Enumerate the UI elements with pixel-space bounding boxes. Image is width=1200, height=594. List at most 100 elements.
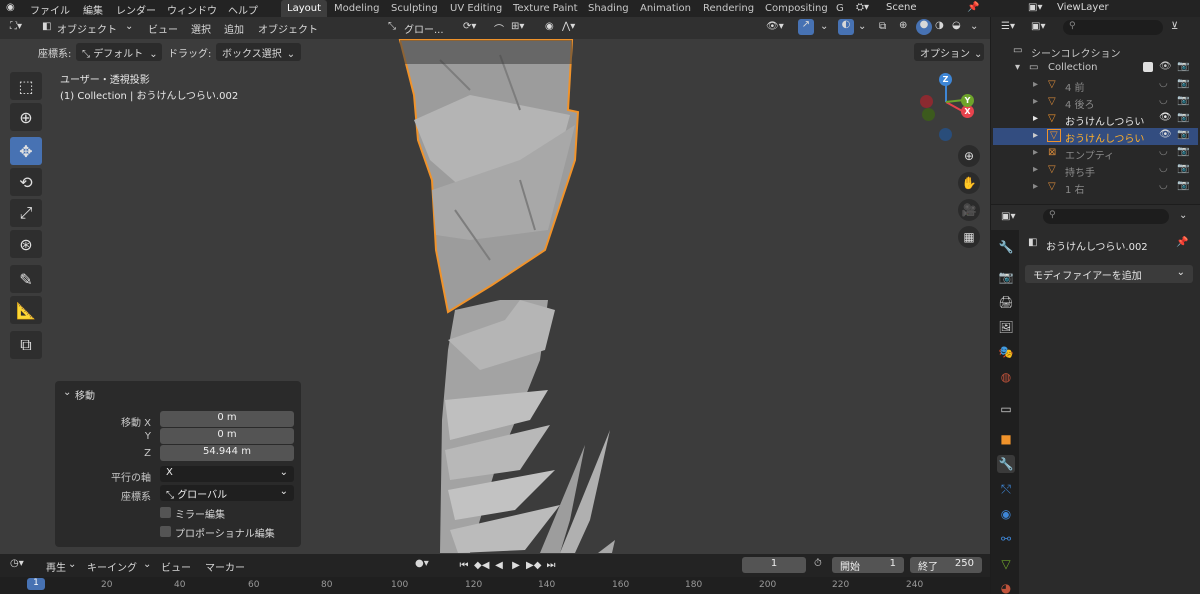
move-y-field[interactable]: 0 m	[160, 428, 294, 444]
object-tab-icon[interactable]: ■	[997, 430, 1015, 448]
menu-file[interactable]: ファイル	[30, 2, 70, 17]
expand-arrow-icon[interactable]: ▸	[1033, 130, 1038, 141]
expand-arrow-icon[interactable]: ▸	[1033, 181, 1038, 192]
tab-compositing[interactable]: Compositing	[765, 0, 828, 17]
add-modifier-button[interactable]: モディファイアーを追加 ⌄	[1025, 265, 1193, 283]
outliner-item-5[interactable]: ▸ ⊠ エンプティ ◡ 📷	[993, 145, 1198, 162]
transform-tool[interactable]: ⊛	[10, 230, 42, 258]
tab-layout[interactable]: Layout	[281, 0, 327, 17]
camera-render-icon[interactable]: 📷	[1177, 146, 1189, 157]
eye-icon[interactable]: 👁	[1159, 61, 1172, 72]
record-icon[interactable]: ●▾	[415, 558, 429, 569]
jump-end-icon[interactable]: ⏭	[544, 560, 558, 574]
scene-icon[interactable]: ⛭▾	[856, 2, 869, 13]
tab-geometry-nodes[interactable]: G	[836, 0, 844, 17]
scale-tool[interactable]: ⤢	[10, 199, 42, 227]
snap-icon[interactable]: ⌒	[494, 21, 504, 36]
snap-increment-icon[interactable]: ⊞▾	[511, 21, 524, 32]
gizmo-toggle-icon[interactable]: ↗	[798, 19, 814, 35]
gizmo-dropdown-icon[interactable]: ⌄	[820, 21, 828, 32]
jump-keyframe-back-icon[interactable]: ◆◀	[474, 560, 489, 574]
overlay-toggle-icon[interactable]: ◐	[838, 19, 854, 35]
camera-render-icon[interactable]: 📷	[1177, 129, 1189, 140]
camera-icon[interactable]: 🎥	[958, 199, 980, 221]
stopwatch-icon[interactable]: ⏱	[814, 558, 822, 569]
play-icon[interactable]: ▶	[509, 560, 523, 574]
include-checkbox[interactable]	[1143, 62, 1153, 72]
render-tab-icon[interactable]: 📷	[997, 268, 1015, 286]
menu-marker[interactable]: マーカー	[205, 559, 245, 574]
visibility-icon[interactable]: 👁▾	[766, 21, 784, 32]
select-box-tool[interactable]: ⬚	[10, 72, 42, 100]
blender-logo-icon[interactable]: ◉	[6, 2, 15, 13]
view-layer-icon[interactable]: ▣▾	[1028, 2, 1042, 13]
view-layer-name[interactable]: ViewLayer	[1057, 2, 1109, 13]
menu-playback[interactable]: 再生	[46, 559, 66, 574]
output-tab-icon[interactable]: 🖨	[997, 293, 1015, 311]
hidden-eye-icon[interactable]: ◡	[1159, 146, 1168, 157]
collection-row[interactable]: ▾ ▭ Collection 👁 📷	[993, 60, 1198, 77]
outliner-item-2[interactable]: ▸ ▽ 4 後ろ ◡ 📷	[993, 94, 1198, 111]
overlay-dropdown-icon[interactable]: ⌄	[858, 21, 866, 32]
play-reverse-icon[interactable]: ◀	[492, 560, 506, 574]
constraints-tab-icon[interactable]: ⚯	[997, 530, 1015, 548]
filter-icon[interactable]: ⊻	[1171, 21, 1178, 32]
neg-z-axis-icon[interactable]	[939, 128, 952, 141]
outliner-search-input[interactable]: ⚲	[1063, 20, 1163, 35]
eye-icon[interactable]: 👁	[1159, 129, 1172, 140]
axis-constraint-select[interactable]: X ⌄	[160, 466, 294, 482]
cursor-tool[interactable]: ⊕	[10, 103, 42, 131]
zoom-icon[interactable]: ⊕	[958, 145, 980, 167]
world-tab-icon[interactable]: ◍	[997, 368, 1015, 386]
jump-keyframe-forward-icon[interactable]: ▶◆	[526, 560, 541, 574]
chevron-down-icon[interactable]: ⌄	[1179, 210, 1187, 221]
proportional-edit-icon[interactable]: ◉	[545, 21, 554, 32]
hidden-eye-icon[interactable]: ◡	[1159, 95, 1168, 106]
chevron-down-icon[interactable]: ⌄	[63, 387, 71, 398]
transform-orientation-icon[interactable]: ⤡	[388, 21, 396, 32]
tool-tab-icon[interactable]: 🔧	[997, 238, 1015, 256]
menu-object[interactable]: オブジェクト	[258, 21, 318, 36]
move-tool[interactable]: ✥	[10, 137, 42, 165]
falloff-icon[interactable]: ⋀▾	[562, 21, 575, 32]
collection-tab-icon[interactable]: ▭	[997, 400, 1015, 418]
camera-render-icon[interactable]: 📷	[1177, 78, 1189, 89]
display-mode-icon[interactable]: ▣▾	[1031, 21, 1045, 32]
menu-render[interactable]: レンダー	[116, 2, 156, 17]
expand-arrow-icon[interactable]: ▸	[1033, 147, 1038, 158]
pivot-icon[interactable]: ⟳▾	[463, 21, 476, 32]
mode-icon[interactable]: ◧	[42, 21, 51, 32]
camera-render-icon[interactable]: 📷	[1177, 61, 1189, 72]
menu-select[interactable]: 選択	[191, 21, 211, 36]
outliner-item-selected[interactable]: ▸ ▽ おうけんしつらい 👁 📷	[993, 128, 1198, 145]
timeline-editor-icon[interactable]: ◷▾	[10, 558, 24, 569]
outliner-item-6[interactable]: ▸ ▽ 持ち手 ◡ 📷	[993, 162, 1198, 179]
scene-name[interactable]: Scene	[886, 2, 917, 13]
shading-rendered-icon[interactable]: ◒	[952, 20, 961, 31]
outliner-item-1[interactable]: ▸ ▽ 4 前 ◡ 📷	[993, 77, 1198, 94]
jump-start-icon[interactable]: ⏮	[457, 560, 471, 574]
properties-editor-icon[interactable]: ▣▾	[1001, 211, 1015, 222]
pin-icon[interactable]: 📌	[1176, 237, 1188, 248]
tab-uv-editing[interactable]: UV Editing	[450, 0, 502, 17]
add-cube-tool[interactable]: ⧉	[10, 331, 42, 359]
neg-x-axis-icon[interactable]	[920, 95, 933, 108]
end-frame-field[interactable]: 終了 250	[910, 557, 982, 573]
camera-render-icon[interactable]: 📷	[1177, 112, 1189, 123]
pan-hand-icon[interactable]: ✋	[958, 172, 980, 194]
menu-edit[interactable]: 編集	[83, 2, 103, 17]
expand-arrow-icon[interactable]: ▸	[1033, 113, 1038, 124]
mode-select[interactable]: オブジェクト	[57, 21, 117, 36]
y-axis-icon[interactable]: Y	[961, 94, 974, 107]
outliner-item-7[interactable]: ▸ ▽ 1 右 ◡ 📷	[993, 179, 1198, 196]
shading-dropdown-icon[interactable]: ⌄	[970, 21, 978, 32]
move-x-field[interactable]: 0 m	[160, 411, 294, 427]
eye-icon[interactable]: 👁	[1159, 112, 1172, 123]
outliner-item-3[interactable]: ▸ ▽ おうけんしつらい 👁 📷	[993, 111, 1198, 128]
drag-select[interactable]: ボックス選択 ⌄	[216, 43, 301, 61]
perspective-grid-icon[interactable]: ▦	[958, 226, 980, 248]
menu-help[interactable]: ヘルプ	[228, 2, 258, 17]
camera-render-icon[interactable]: 📷	[1177, 180, 1189, 191]
measure-tool[interactable]: 📐	[10, 296, 42, 324]
modifier-tab-icon[interactable]: 🔧	[997, 455, 1015, 473]
